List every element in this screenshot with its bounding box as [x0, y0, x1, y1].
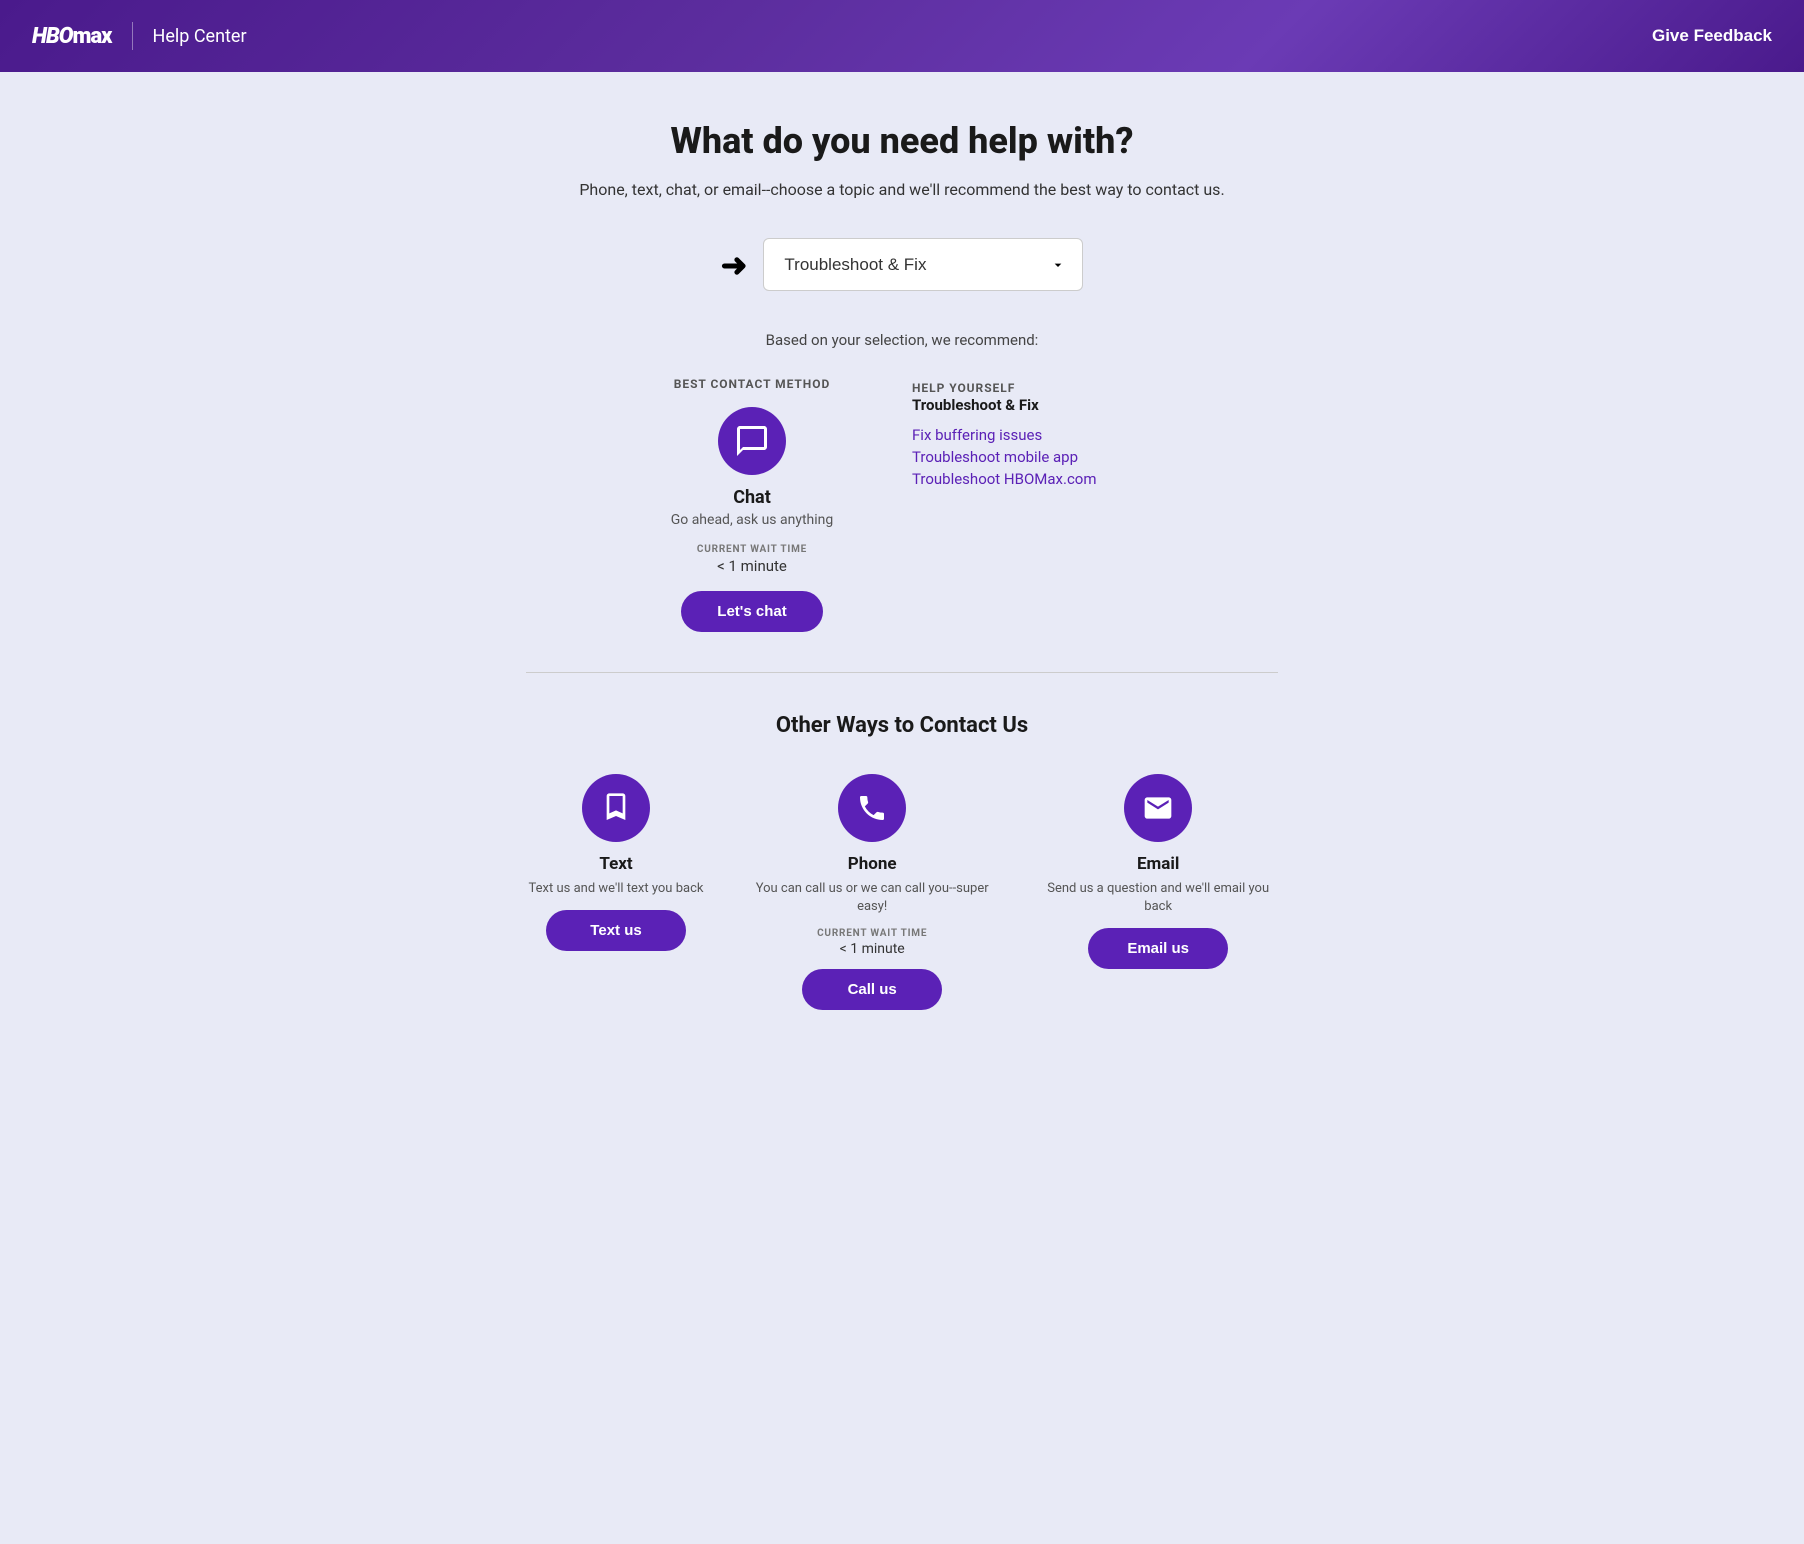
header-divider — [132, 22, 133, 50]
header-help-center: Help Center — [153, 26, 247, 47]
phone-wait-value: < 1 minute — [840, 941, 905, 957]
page-title: What do you need help with? — [526, 120, 1278, 162]
help-yourself-section: HELP YOURSELF Troubleshoot & Fix Fix buf… — [912, 377, 1152, 632]
email-title: Email — [1137, 854, 1179, 874]
best-contact-method: BEST CONTACT METHOD Chat Go ahead, ask u… — [652, 377, 852, 632]
text-us-button[interactable]: Text us — [546, 910, 686, 951]
text-message-icon — [600, 792, 632, 824]
help-links: Fix buffering issues Troubleshoot mobile… — [912, 426, 1152, 488]
recommendation-grid: BEST CONTACT METHOD Chat Go ahead, ask u… — [526, 377, 1278, 632]
chat-wait-label: CURRENT WAIT TIME — [697, 544, 807, 555]
text-icon-circle — [582, 774, 650, 842]
help-yourself-title: Troubleshoot & Fix — [912, 396, 1152, 414]
help-yourself-label: HELP YOURSELF — [912, 381, 1015, 395]
chat-icon-circle — [718, 407, 786, 475]
phone-description: You can call us or we can call you--supe… — [746, 880, 998, 916]
phone-contact-item: Phone You can call us or we can call you… — [746, 774, 998, 1010]
best-contact-label: BEST CONTACT METHOD — [674, 377, 830, 391]
main-content: What do you need help with? Phone, text,… — [502, 72, 1302, 1074]
email-description: Send us a question and we'll email you b… — [1038, 880, 1278, 916]
hbomax-logo: HBOmax — [32, 24, 112, 49]
chat-description: Go ahead, ask us anything — [671, 512, 834, 528]
chat-title: Chat — [733, 487, 771, 508]
give-feedback-button[interactable]: Give Feedback — [1652, 26, 1772, 46]
recommendation-label: Based on your selection, we recommend: — [526, 331, 1278, 349]
help-link-hbomax[interactable]: Troubleshoot HBOMax.com — [912, 470, 1152, 488]
header-left: HBOmax Help Center — [32, 22, 247, 50]
logo-max: max — [73, 24, 112, 49]
text-title: Text — [599, 854, 632, 874]
other-ways-grid: Text Text us and we'll text you back Tex… — [526, 774, 1278, 1010]
help-link-buffering[interactable]: Fix buffering issues — [912, 426, 1152, 444]
lets-chat-button[interactable]: Let's chat — [681, 591, 822, 632]
section-divider — [526, 672, 1278, 673]
arrow-right-icon: ➜ — [721, 246, 748, 284]
chat-wait-value: < 1 minute — [717, 557, 787, 575]
logo-hbo: HBO — [32, 24, 73, 49]
email-icon — [1142, 792, 1174, 824]
header: HBOmax Help Center Give Feedback — [0, 0, 1804, 72]
chat-icon — [734, 423, 770, 459]
email-us-button[interactable]: Email us — [1088, 928, 1228, 969]
email-contact-item: Email Send us a question and we'll email… — [1038, 774, 1278, 1010]
help-link-mobile[interactable]: Troubleshoot mobile app — [912, 448, 1152, 466]
phone-title: Phone — [848, 854, 897, 874]
text-description: Text us and we'll text you back — [529, 880, 704, 898]
phone-wait-label: CURRENT WAIT TIME — [817, 928, 927, 939]
dropdown-row: ➜ Troubleshoot & Fix Billing & Payments … — [526, 238, 1278, 291]
email-icon-circle — [1124, 774, 1192, 842]
topic-dropdown[interactable]: Troubleshoot & Fix Billing & Payments Ac… — [763, 238, 1083, 291]
logo-text: HBOmax — [32, 24, 112, 49]
phone-icon-circle — [838, 774, 906, 842]
call-us-button[interactable]: Call us — [802, 969, 942, 1010]
phone-icon — [856, 792, 888, 824]
page-subtitle: Phone, text, chat, or email--choose a to… — [526, 178, 1278, 202]
text-contact-item: Text Text us and we'll text you back Tex… — [526, 774, 706, 1010]
other-ways-title: Other Ways to Contact Us — [526, 713, 1278, 738]
